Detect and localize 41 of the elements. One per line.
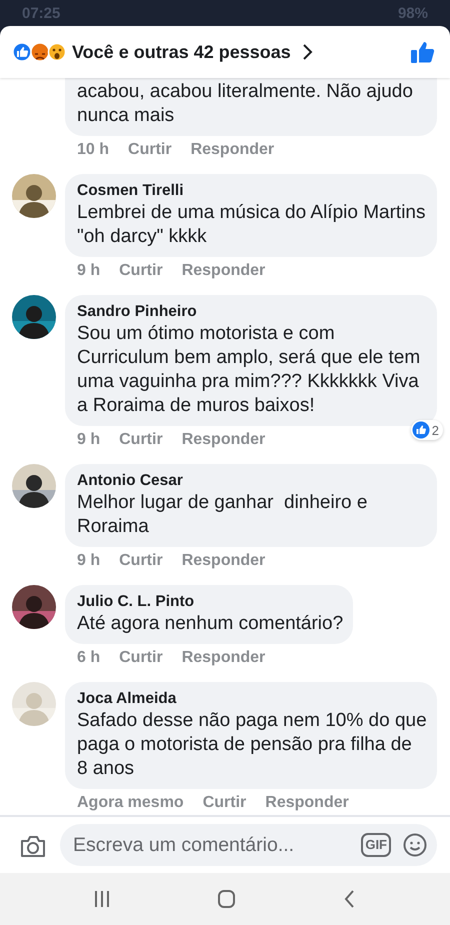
reactions-summary[interactable]: Você e outras 42 pessoas — [72, 42, 291, 62]
reaction-icons — [12, 42, 68, 62]
comment-time: Agora mesmo — [77, 794, 184, 812]
commenter-name[interactable]: Julio C. L. Pinto — [77, 591, 344, 612]
like-link[interactable]: Curtir — [119, 262, 163, 280]
like-link[interactable]: Curtir — [202, 794, 246, 812]
like-link[interactable]: Curtir — [128, 140, 172, 158]
commenter-name[interactable]: Sandro Pinheiro — [77, 301, 427, 322]
thumbs-up-icon[interactable] — [410, 40, 436, 64]
comment-field[interactable]: Escreva um comentário... GIF — [60, 824, 437, 866]
comment-time: 10 h — [77, 140, 110, 158]
commenter-name[interactable]: Cosmen Tirelli — [77, 180, 427, 201]
reply-link[interactable]: Responder — [265, 794, 349, 812]
like-link[interactable]: Curtir — [119, 430, 163, 448]
comment-time: 6 h — [77, 648, 100, 666]
comment-time: 9 h — [77, 552, 100, 570]
comment-time: 9 h — [77, 262, 100, 280]
comment-text: Safado desse não paga nem 10% do que paga o motorista de pensão pra filha de 8 anos — [77, 709, 427, 781]
reply-link[interactable]: Responder — [182, 648, 266, 666]
reply-link[interactable]: Responder — [190, 140, 274, 158]
gif-button[interactable]: GIF — [361, 833, 391, 857]
emoji-icon[interactable] — [403, 833, 427, 857]
reply-link[interactable]: Responder — [182, 262, 266, 280]
like-link[interactable]: Curtir — [119, 552, 163, 570]
comment-text: Até agora nenhum comentário? — [77, 612, 344, 636]
reaction-number: 2 — [432, 422, 439, 438]
comment-text: Lembrei de uma música do Alípio Martins "oh darcy" kkkk — [77, 201, 426, 249]
home-icon[interactable] — [217, 889, 236, 909]
reaction-badge[interactable]: 2 — [410, 420, 443, 440]
comment-time: 9 h — [77, 430, 100, 448]
comment-text: acabou, acabou literalmente. Não ajudo nunca mais — [77, 80, 414, 128]
commenter-name[interactable]: Joca Almeida — [77, 688, 427, 709]
like-link[interactable]: Curtir — [119, 648, 163, 666]
like-icon — [412, 421, 430, 439]
comment-text: Melhor lugar de ganhar dinheiro e Roraima — [77, 491, 368, 539]
reply-link[interactable]: Responder — [182, 430, 266, 448]
recent-apps-icon[interactable] — [93, 889, 112, 909]
chevron-right-icon — [300, 43, 313, 61]
commenter-name[interactable]: Antonio Cesar — [77, 470, 427, 491]
reply-link[interactable]: Responder — [182, 552, 266, 570]
comment-text: Sou um ótimo motorista e com Curriculum bem amplo, será que ele tem uma vaguinha pra mim??? Kkkkkkk Viva a Roraima de muros baixos! — [77, 322, 422, 418]
